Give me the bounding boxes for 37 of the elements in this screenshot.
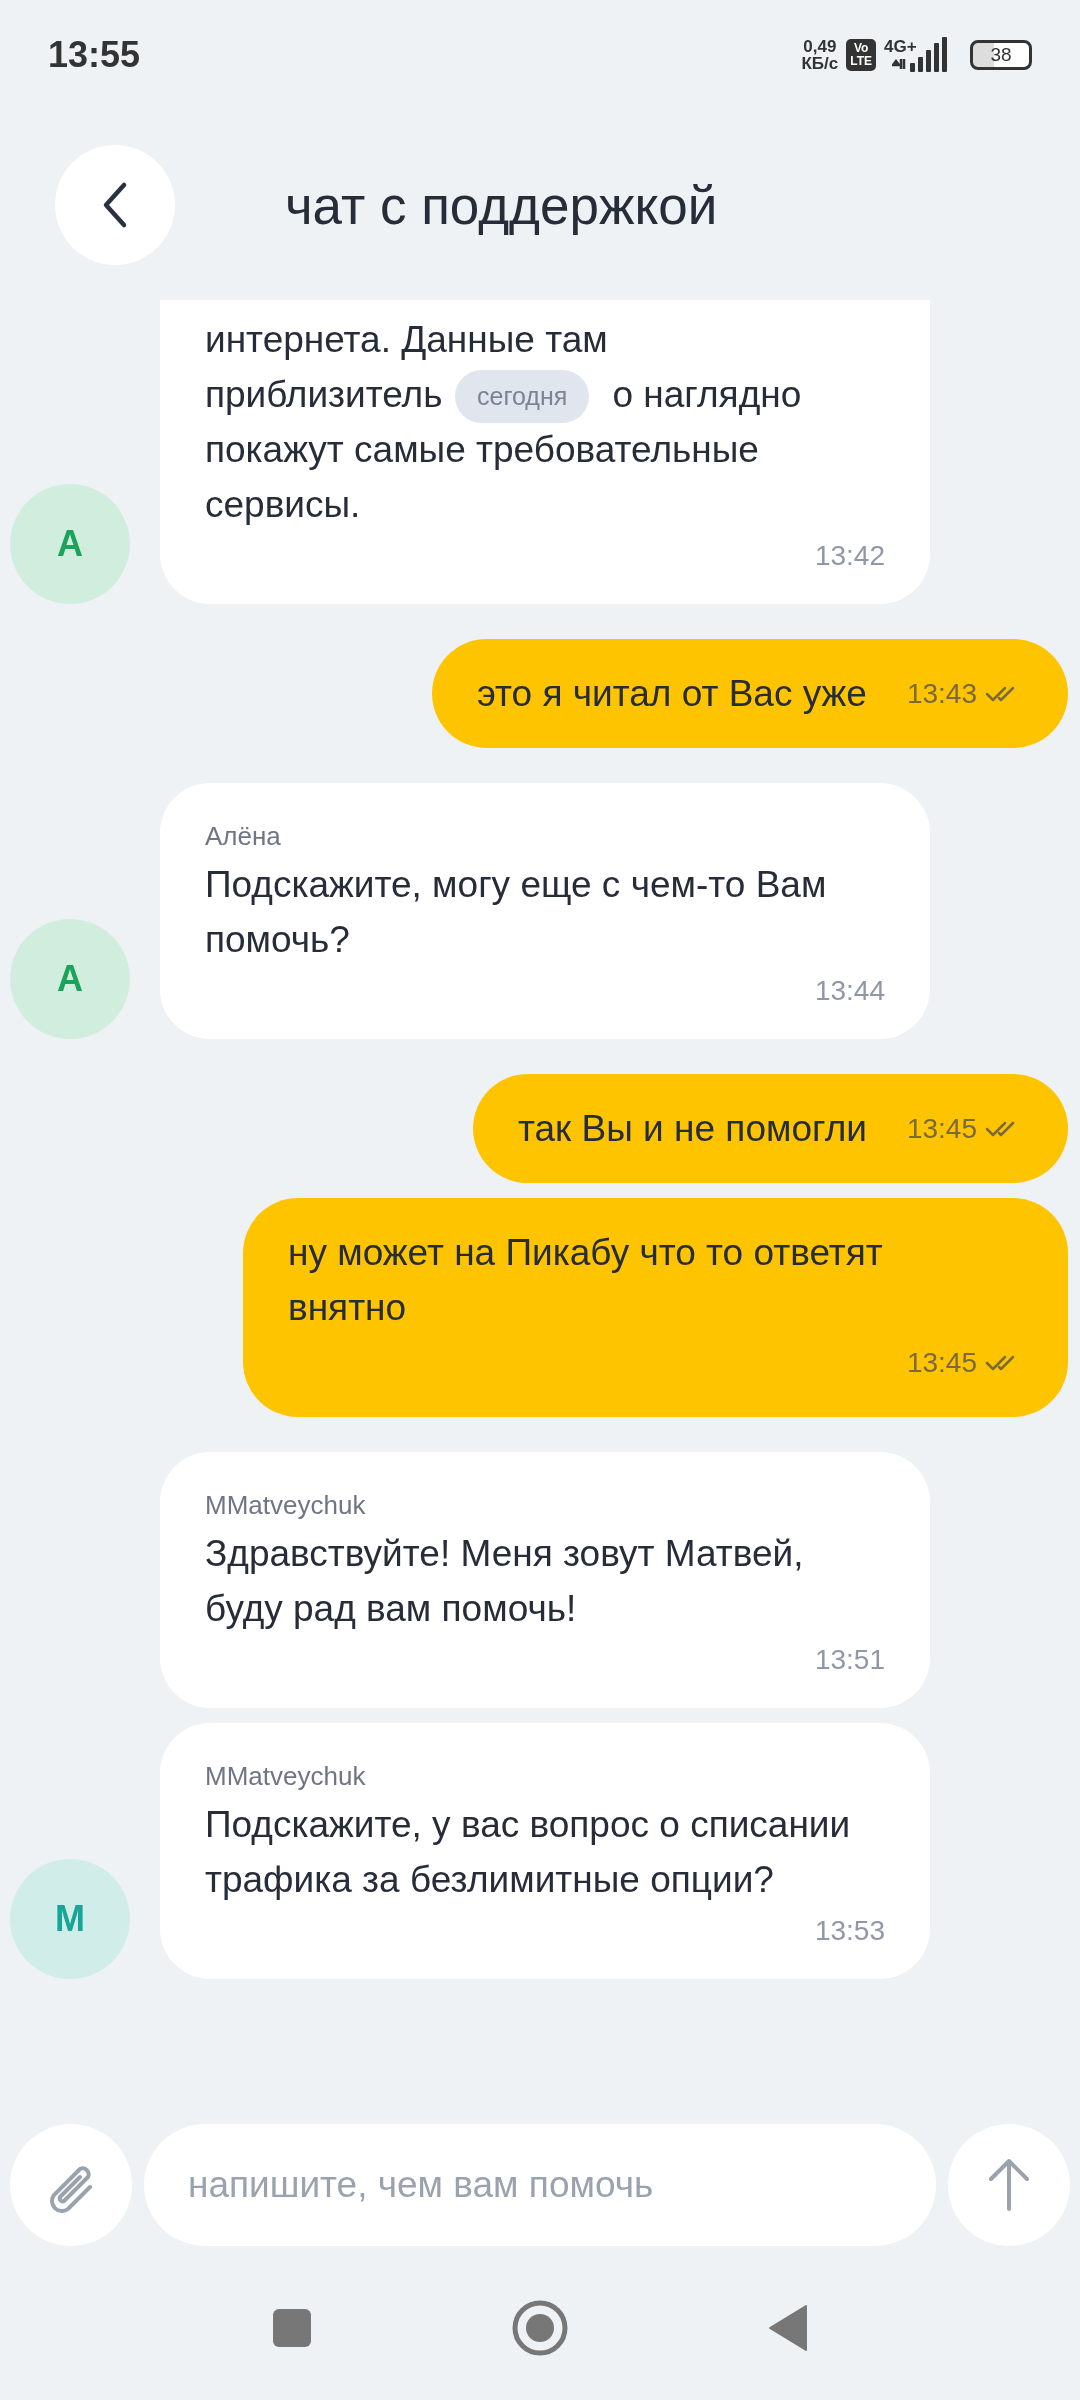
message-input[interactable]: напишите, чем вам помочь [144, 2124, 936, 2246]
message-text: интернета. Данные там [205, 318, 608, 362]
message-time: 13:45 [906, 1346, 977, 1379]
battery-indicator: 38 [970, 40, 1032, 70]
message-time: 13:53 [814, 1914, 885, 1948]
avatar: М [10, 1859, 130, 1979]
network-speed-value: 0,49 [803, 38, 837, 55]
network-type: 4G+ [884, 38, 918, 56]
status-time: 13:55 [48, 34, 141, 76]
message-time: 13:43 [906, 677, 977, 710]
message-text: покажут самые требовательные [205, 428, 759, 472]
back-nav-button[interactable] [768, 2303, 808, 2352]
message-text: сервисы. [205, 483, 361, 527]
avatar: А [10, 484, 130, 604]
avatar: А [10, 919, 130, 1039]
message-text: Подскажите, у вас вопрос о списании трафика за безлимитные опции? [205, 1803, 852, 1902]
message-text: о наглядно [612, 373, 802, 417]
sender-name: MMatveychuk [205, 1489, 367, 1522]
message-text: Подскажите, могу еще с чем-то Вам помочь? [205, 863, 828, 962]
home-button[interactable] [512, 2299, 568, 2356]
message-time: 13:44 [814, 974, 885, 1008]
chat-title: чат с поддержкой [285, 174, 718, 236]
message-time: 13:42 [814, 539, 885, 573]
volte-badge: Vo LTE [846, 39, 876, 71]
sender-name: Алёна [205, 820, 282, 853]
message-time: 13:51 [814, 1643, 885, 1677]
message-text: ну может на Пикабу что то ответят внятно [288, 1231, 884, 1330]
sender-name: MMatveychuk [205, 1760, 367, 1793]
date-label: сегодня [455, 370, 590, 423]
message-text: приблизитель [205, 373, 443, 417]
message-text: это я читал от Вас уже [476, 672, 867, 716]
arrow-up-icon [987, 2157, 1031, 2213]
recents-button[interactable] [272, 2307, 312, 2348]
message-text: Здравствуйте! Меня зовут Матвей, буду рад вам помочь! [205, 1532, 805, 1631]
network-speed-unit: КБ/с [801, 55, 839, 72]
message-text: так Вы и не помогли [518, 1107, 867, 1151]
message-time: 13:45 [906, 1112, 977, 1145]
